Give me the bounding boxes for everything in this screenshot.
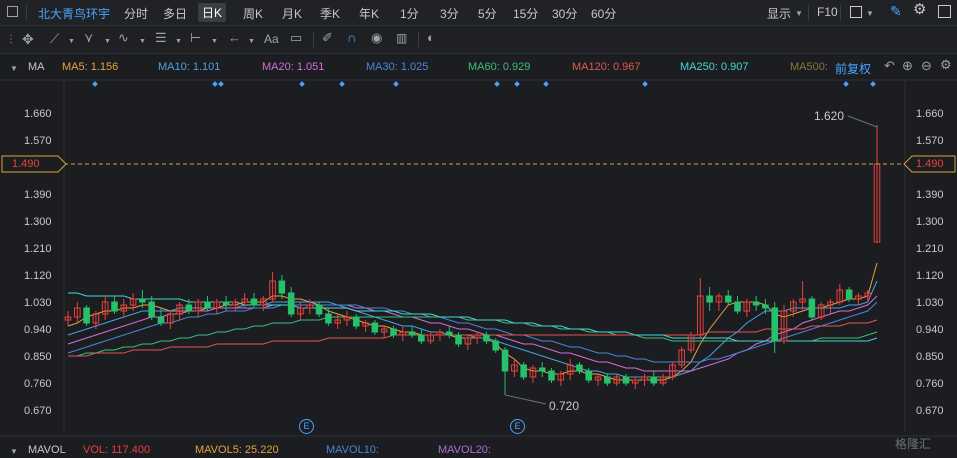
candle-body [622,376,630,384]
ma-line-ma5 [67,262,878,381]
low-pointer-line [504,394,547,405]
high-pointer-line [847,115,878,128]
axis-tick: 0.850 [24,351,52,363]
event-marker[interactable]: E [510,419,525,434]
vol-value: VOL: 117.400 [83,444,151,456]
candle-body [501,349,509,372]
candle-body [250,298,258,306]
mavol20-value: MAVOL20: [438,444,491,456]
candle-body [83,307,90,324]
candle-body [408,331,416,336]
candle-body [762,304,769,309]
candle-body [845,289,853,300]
axis-tick: 1.570 [916,135,944,147]
candle-body [576,364,583,372]
event-dot [393,81,399,87]
candle-body [585,370,593,381]
low-price-label: 0.720 [549,399,580,413]
candle-body [418,334,425,342]
candle-body [808,298,816,318]
candlestick-chart[interactable] [0,0,957,458]
candle-body [371,322,379,333]
current-price-tag-right: 1.490 [916,158,944,170]
ma-line-ma10 [67,280,878,378]
event-dot [642,81,648,87]
candle-body [185,304,193,312]
event-dot [212,81,218,87]
candle-body [771,307,779,342]
candle-body [734,301,741,312]
candle-body [455,334,462,345]
event-dot [218,81,224,87]
axis-tick: 1.030 [24,297,52,309]
axis-tick: 0.670 [916,405,944,417]
candle-body [724,295,732,303]
candle-body [706,295,713,303]
candle-body [222,301,230,306]
axis-tick: 1.660 [24,108,52,120]
event-dot [494,81,500,87]
axis-tick: 0.670 [24,405,52,417]
mavol-label: MAVOL [28,444,66,456]
mavol10-value: MAVOL10: [326,444,379,456]
axis-tick: 1.120 [24,270,52,282]
event-dot [514,81,520,87]
candle-body [278,280,286,294]
candle-body [325,313,332,324]
axis-tick: 0.760 [24,378,52,390]
candle-body [287,292,295,315]
event-marker[interactable]: E [299,419,314,434]
axis-tick: 0.760 [916,378,944,390]
candle-body [604,376,611,384]
event-dot [843,81,849,87]
event-dot [543,81,549,87]
collapse-icon[interactable]: ▼ [10,446,18,458]
axis-tick: 1.300 [916,216,944,228]
axis-tick: 1.210 [916,243,944,255]
axis-tick: 1.390 [24,189,52,201]
candle-body [148,301,155,318]
event-dot [92,81,98,87]
axis-tick: 0.850 [916,351,944,363]
candle-body [111,301,118,312]
axis-tick: 0.940 [916,324,944,336]
candle-body [157,316,165,324]
candle-body [483,334,490,342]
axis-tick: 1.210 [24,243,52,255]
event-dot [299,81,305,87]
event-dot [870,81,876,87]
candle-body [352,316,360,327]
candle-body [650,376,658,384]
candle-body [538,367,546,372]
candle-body [752,301,760,306]
axis-tick: 1.570 [24,135,52,147]
candle-body [204,301,211,309]
axis-tick: 1.300 [24,216,52,228]
candle-body [139,298,146,303]
candle-body [445,331,453,336]
candle-body [548,370,555,381]
candle-body [315,304,323,315]
candle-body [520,364,527,378]
event-dot [339,81,345,87]
current-price-tag-left: 1.490 [12,158,40,170]
axis-tick: 1.660 [916,108,944,120]
axis-tick: 1.030 [916,297,944,309]
candle-body [390,328,397,336]
axis-tick: 0.940 [24,324,52,336]
candle-body [492,340,500,351]
mavol5-value: MAVOL5: 25.220 [195,444,279,456]
axis-tick: 1.390 [916,189,944,201]
watermark-logo: 格隆汇 [895,437,932,451]
high-price-label: 1.620 [814,109,845,123]
axis-tick: 1.120 [916,270,944,282]
